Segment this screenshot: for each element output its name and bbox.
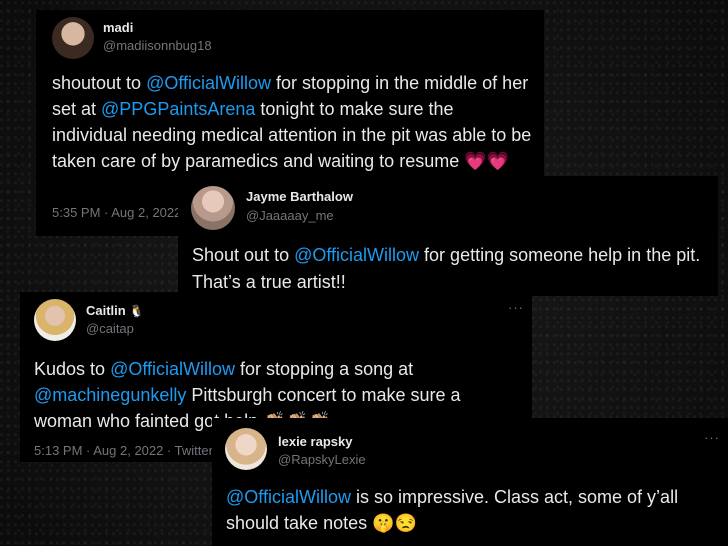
tweet-text: shoutout to @OfficialWillow for stopping… xyxy=(52,70,532,174)
mention-link[interactable]: @OfficialWillow xyxy=(226,487,351,507)
heart-emoji: 💗💗 xyxy=(464,151,510,171)
timestamp[interactable]: 5:35 PM · Aug 2, 2022 xyxy=(52,205,181,220)
more-options-icon[interactable]: ··· xyxy=(508,300,524,315)
text-segment: for stopping a song at xyxy=(235,359,414,379)
tweet-card-jayme[interactable]: Jayme Barthalow @Jaaaaay_me Shout out to… xyxy=(178,176,718,296)
username[interactable]: @madiisonnbug18 xyxy=(103,38,212,53)
display-name[interactable]: madi xyxy=(103,20,133,35)
timestamp[interactable]: 5:13 PM · Aug 2, 2022 · Twitter xyxy=(34,443,213,458)
text-segment: Kudos to xyxy=(34,359,111,379)
text-segment: Shout out to xyxy=(192,245,295,265)
display-name[interactable]: lexie rapsky xyxy=(278,434,352,449)
tweet-card-lexie[interactable]: lexie rapsky @RapskyLexie ··· @OfficialW… xyxy=(212,418,728,546)
tweet-text: Shout out to @OfficialWillow for getting… xyxy=(192,242,707,296)
username[interactable]: @RapskyLexie xyxy=(278,452,366,467)
avatar[interactable] xyxy=(52,17,94,59)
mention-link[interactable]: @OfficialWillow xyxy=(294,245,419,265)
display-name[interactable]: Jayme Barthalow xyxy=(246,189,353,204)
penguin-emoji: 🐧 xyxy=(129,304,145,318)
mention-link[interactable]: @OfficialWillow xyxy=(146,73,271,93)
username[interactable]: @Jaaaaay_me xyxy=(246,208,334,223)
display-name[interactable]: Caitlin 🐧 xyxy=(86,303,144,318)
mention-link[interactable]: @machinegunkelly xyxy=(34,385,186,405)
username[interactable]: @caitap xyxy=(86,321,134,336)
display-name-text[interactable]: Caitlin xyxy=(86,303,126,318)
tweet-text: @OfficialWillow is so impressive. Class … xyxy=(226,484,706,536)
avatar[interactable] xyxy=(34,299,76,341)
mention-link[interactable]: @PPGPaintsArena xyxy=(101,99,255,119)
mention-link[interactable]: @OfficialWillow xyxy=(110,359,235,379)
shush-emoji: 🤫😒 xyxy=(372,513,417,533)
more-options-icon[interactable]: ··· xyxy=(704,430,720,445)
avatar[interactable] xyxy=(191,186,235,230)
avatar[interactable] xyxy=(225,428,267,470)
text-segment: shoutout to xyxy=(52,73,147,93)
